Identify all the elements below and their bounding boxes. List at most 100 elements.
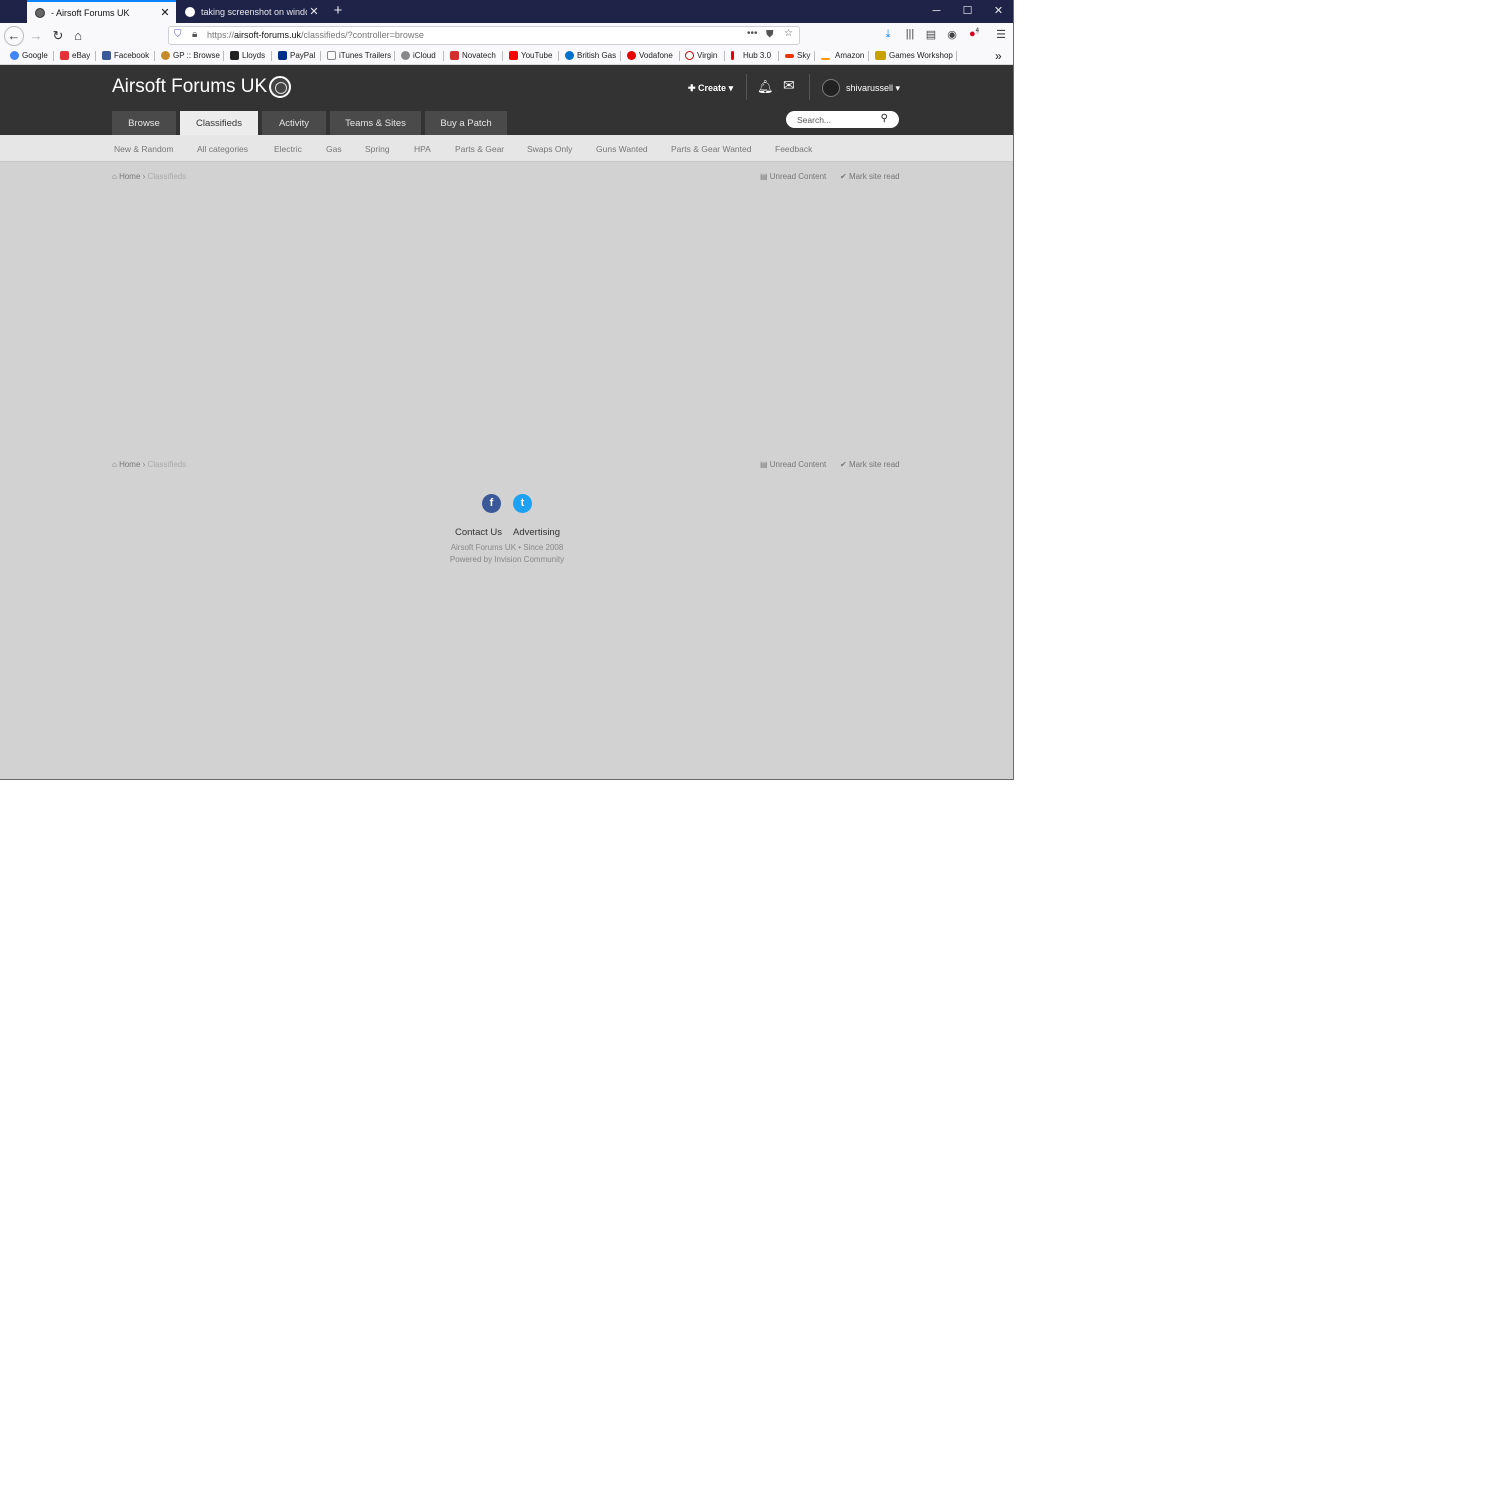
games-workshop-icon [875, 51, 886, 60]
tab-activity[interactable]: Activity [262, 111, 326, 135]
gp-icon [161, 51, 170, 60]
bookmark-itunes-trailers[interactable]: iTunes Trailers [327, 51, 391, 60]
search-input[interactable]: Search... ⚲ [786, 111, 899, 128]
search-icon[interactable]: ⚲ [881, 113, 888, 124]
virgin-icon [685, 51, 694, 60]
bookmark-youtube[interactable]: YouTube [509, 51, 552, 60]
bookmark-british-gas[interactable]: British Gas [565, 51, 616, 60]
subnav-parts-gear[interactable]: Parts & Gear [455, 144, 504, 154]
check-icon: ✔ [840, 172, 849, 181]
home-icon: ⌂ [112, 172, 117, 181]
tab-classifieds[interactable]: Classifieds [180, 111, 258, 135]
title-bar: - Airsoft Forums UK ✕ taking screenshot … [0, 0, 1013, 23]
user-menu-button[interactable]: shivarussell ▾ [846, 83, 900, 94]
breadcrumb-home[interactable]: Home [119, 460, 140, 469]
lock-icon[interactable]: 🔒︎ [192, 29, 197, 40]
url-bar[interactable]: ⛉ 🔒︎ https://airsoft-forums.uk/classifie… [168, 26, 800, 45]
tab-buy-a-patch[interactable]: Buy a Patch [425, 111, 507, 135]
bookmark-amazon[interactable]: Amazon [821, 51, 864, 60]
tracking-shield-icon[interactable]: ⛉ [174, 29, 182, 40]
novatech-icon [450, 51, 459, 60]
reload-button[interactable]: ↻ [48, 26, 68, 46]
tab-airsoft-forums[interactable]: - Airsoft Forums UK ✕ [27, 0, 176, 23]
subnav-swaps-only[interactable]: Swaps Only [527, 144, 572, 154]
tab-browse[interactable]: Browse [112, 111, 176, 135]
bookmark-google[interactable]: Google [10, 51, 48, 60]
search-placeholder: Search... [797, 115, 832, 125]
bookmark-games-workshop[interactable]: Games Workshop [875, 51, 953, 60]
url-text[interactable]: https://airsoft-forums.uk/classifieds/?c… [207, 30, 424, 40]
british-gas-icon [565, 51, 574, 60]
subnav-all-categories[interactable]: All categories [197, 144, 248, 154]
back-button[interactable]: ← [4, 26, 24, 46]
page-icon [327, 51, 336, 60]
subnav-new-random[interactable]: New & Random [114, 144, 174, 154]
maximize-button[interactable]: ☐ [952, 0, 983, 23]
pocket-icon[interactable]: ⛊ [766, 29, 774, 40]
tab-teams-sites[interactable]: Teams & Sites [330, 111, 421, 135]
mark-site-read-link[interactable]: ✔ Mark site read [840, 460, 900, 469]
hub-icon [731, 51, 734, 60]
close-tab-icon[interactable]: ✕ [307, 5, 321, 18]
twitter-icon[interactable]: t [513, 494, 532, 513]
bookmark-hub-3[interactable]: Hub 3.0 [731, 51, 771, 60]
caret-down-icon: ▾ [893, 83, 901, 93]
home-button[interactable]: ⌂ [68, 26, 88, 46]
minimize-button[interactable]: ─ [921, 0, 952, 23]
copyright-text: Airsoft Forums UK • Since 2008 [450, 543, 564, 552]
bookmark-sky[interactable]: Sky [785, 51, 810, 60]
bookmark-star-icon[interactable]: ☆ [784, 28, 793, 39]
unread-content-link[interactable]: ▤ Unread Content [760, 460, 826, 469]
bookmark-virgin[interactable]: Virgin [685, 51, 717, 60]
bookmark-facebook[interactable]: Facebook [102, 51, 149, 60]
create-menu-button[interactable]: ✚ Create ▾ [688, 83, 733, 94]
amazon-icon [821, 51, 830, 60]
bookmark-ebay[interactable]: eBay [60, 51, 90, 60]
subnav-hpa[interactable]: HPA [414, 144, 431, 154]
bookmarks-overflow-button[interactable]: » [995, 49, 1002, 63]
close-tab-icon[interactable]: ✕ [158, 6, 172, 19]
forward-button[interactable]: → [26, 26, 46, 46]
sidebar-icon[interactable]: ▤ [923, 28, 939, 41]
unread-content-link[interactable]: ▤ Unread Content [760, 172, 826, 181]
facebook-icon[interactable]: f [482, 494, 501, 513]
bookmark-vodafone[interactable]: Vodafone [627, 51, 673, 60]
breadcrumb-bottom: ⌂ Home › Classifieds [112, 460, 186, 469]
tab-google-search[interactable]: taking screenshot on windows ✕ [177, 0, 325, 23]
subnav-gas[interactable]: Gas [326, 144, 342, 154]
subnav-guns-wanted[interactable]: Guns Wanted [596, 144, 648, 154]
navigation-toolbar: ← → ↻ ⌂ ⛉ 🔒︎ https://airsoft-forums.uk/c… [0, 23, 1013, 48]
apple-icon [401, 51, 410, 60]
google-icon [10, 51, 19, 60]
bell-icon[interactable]: 🔔︎ [757, 79, 774, 95]
menu-icon[interactable]: ☰ [993, 28, 1009, 41]
addon-icon[interactable]: ●4 [966, 28, 982, 40]
downloads-icon[interactable]: ⤓ [880, 28, 896, 41]
subnav-parts-gear-wanted[interactable]: Parts & Gear Wanted [671, 144, 751, 154]
ebay-icon [60, 51, 69, 60]
new-tab-button[interactable]: + [330, 0, 346, 23]
advertising-link[interactable]: Advertising [513, 527, 560, 538]
envelope-icon[interactable]: ✉ [783, 77, 795, 94]
powered-by-link[interactable]: Powered by Invision Community [0, 555, 1013, 564]
bookmark-paypal[interactable]: PayPal [278, 51, 315, 60]
breadcrumb-home[interactable]: Home [119, 172, 140, 181]
bookmark-novatech[interactable]: Novatech [450, 51, 496, 60]
bookmark-gp-browse[interactable]: GP :: Browse [161, 51, 220, 60]
close-window-button[interactable]: ✕ [983, 0, 1013, 23]
lloyds-horse-icon [230, 51, 239, 60]
library-icon[interactable]: ||| [902, 28, 918, 40]
bookmark-icloud[interactable]: iCloud [401, 51, 436, 60]
account-icon[interactable]: ◉ [944, 28, 960, 41]
page-actions-icon[interactable]: ••• [747, 28, 758, 39]
youtube-icon [509, 51, 518, 60]
tab-title: taking screenshot on windows [201, 6, 307, 17]
contact-us-link[interactable]: Contact Us [455, 527, 502, 538]
mark-site-read-link[interactable]: ✔ Mark site read [840, 172, 900, 181]
subnav-electric[interactable]: Electric [274, 144, 302, 154]
subnav-spring[interactable]: Spring [365, 144, 390, 154]
bookmark-lloyds[interactable]: Lloyds [230, 51, 265, 60]
site-logo[interactable]: Airsoft Forums UK [112, 76, 267, 98]
avatar[interactable] [822, 79, 840, 97]
subnav-feedback[interactable]: Feedback [775, 144, 812, 154]
